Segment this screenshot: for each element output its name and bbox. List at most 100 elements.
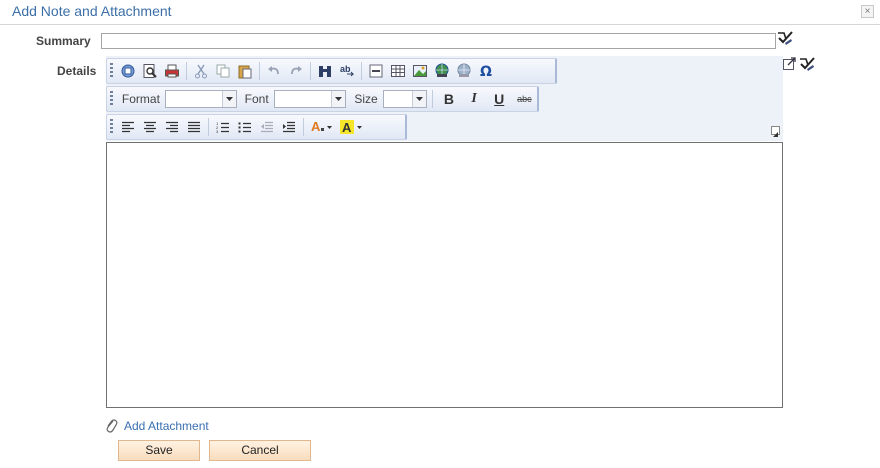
- omega-icon: Ω: [480, 64, 492, 79]
- numbered-list-button[interactable]: 123: [212, 116, 234, 138]
- expand-editor-icon[interactable]: [783, 57, 797, 70]
- text-color-button[interactable]: A: [307, 116, 337, 138]
- summary-label: Summary: [36, 34, 91, 48]
- table-icon: [391, 65, 405, 77]
- special-character-button[interactable]: Ω: [475, 60, 497, 82]
- format-select[interactable]: [164, 90, 237, 108]
- bold-button[interactable]: B: [436, 88, 461, 110]
- svg-text:3: 3: [216, 129, 219, 133]
- size-label: Size: [354, 92, 378, 106]
- increase-indent-button[interactable]: [278, 116, 300, 138]
- summary-input[interactable]: [101, 33, 776, 49]
- cut-button[interactable]: [190, 60, 212, 82]
- toolbar-grip[interactable]: [110, 91, 113, 107]
- cancel-button[interactable]: Cancel: [209, 440, 311, 461]
- globe-unlink-icon: [457, 63, 471, 77]
- svg-text:A: A: [342, 120, 352, 135]
- format-label: Format: [121, 92, 160, 106]
- undo-icon: [268, 66, 279, 75]
- text-color-icon: A: [311, 119, 332, 134]
- decrease-indent-button[interactable]: [256, 116, 278, 138]
- image-button[interactable]: [409, 60, 431, 82]
- align-center-icon: [144, 121, 156, 133]
- add-attachment-link[interactable]: Add Attachment: [104, 418, 209, 434]
- toolbar-separator: [310, 62, 311, 80]
- replace-icon: ab: [340, 64, 355, 77]
- align-center-button[interactable]: [139, 116, 161, 138]
- print-button[interactable]: [161, 60, 183, 82]
- table-button[interactable]: [387, 60, 409, 82]
- link-button[interactable]: [431, 60, 453, 82]
- toolbar-separator: [361, 62, 362, 80]
- redo-button[interactable]: [285, 60, 307, 82]
- copy-button[interactable]: [212, 60, 234, 82]
- numbered-list-icon: 123: [216, 121, 229, 133]
- save-button[interactable]: Save: [118, 440, 200, 461]
- bulleted-list-icon: [238, 122, 251, 133]
- add-attachment-label: Add Attachment: [124, 419, 209, 433]
- justify-icon: [188, 121, 200, 133]
- highlight-color-icon: A: [340, 120, 362, 135]
- binoculars-icon: [319, 66, 331, 77]
- underline-button[interactable]: U: [487, 88, 512, 110]
- svg-text:ab: ab: [340, 64, 351, 74]
- chevron-down-icon: [412, 91, 427, 107]
- close-button[interactable]: ×: [861, 5, 874, 18]
- font-select[interactable]: [273, 90, 347, 108]
- redo-icon: [291, 66, 302, 75]
- strikethrough-glyph: abc: [517, 94, 532, 104]
- copy-icon: [216, 64, 230, 78]
- toolbar-separator: [186, 62, 187, 80]
- unlink-button[interactable]: [453, 60, 475, 82]
- chevron-down-icon: [221, 91, 236, 107]
- collapse-toolbar-icon: [773, 132, 778, 137]
- details-spell-check-icon[interactable]: [798, 56, 816, 72]
- align-right-button[interactable]: [161, 116, 183, 138]
- horizontal-rule-button[interactable]: [365, 60, 387, 82]
- find-button[interactable]: [314, 60, 336, 82]
- justify-button[interactable]: [183, 116, 205, 138]
- print-icon: [165, 64, 179, 78]
- preview-icon: [143, 64, 157, 78]
- dialog-titlebar: Add Note and Attachment ×: [0, 0, 880, 25]
- bulleted-list-button[interactable]: [234, 116, 256, 138]
- undo-button[interactable]: [263, 60, 285, 82]
- underline-glyph: U: [494, 91, 505, 107]
- italic-glyph: I: [471, 91, 477, 106]
- paste-button[interactable]: [234, 60, 256, 82]
- size-select[interactable]: [382, 90, 428, 108]
- toolbar-separator: [303, 118, 304, 136]
- toolbar-grip[interactable]: [110, 63, 113, 79]
- align-right-icon: [166, 121, 178, 133]
- chevron-down-icon: [331, 91, 346, 107]
- toolbar-separator: [259, 62, 260, 80]
- background-color-button[interactable]: A: [337, 116, 367, 138]
- align-left-icon: [122, 121, 134, 133]
- source-icon: [121, 64, 135, 78]
- details-editor[interactable]: [106, 142, 783, 408]
- replace-button[interactable]: ab: [336, 60, 358, 82]
- cut-icon: [195, 64, 207, 79]
- bold-glyph: B: [443, 91, 454, 107]
- format-value: [166, 91, 222, 107]
- toolbar-row-3: 123 A A: [106, 114, 407, 140]
- align-left-button[interactable]: [117, 116, 139, 138]
- toolbar-row-1: ab Ω: [106, 58, 557, 84]
- spell-check-icon[interactable]: [776, 30, 794, 46]
- italic-button[interactable]: I: [461, 88, 486, 110]
- size-value: [384, 91, 413, 107]
- preview-button[interactable]: [139, 60, 161, 82]
- source-button[interactable]: [117, 60, 139, 82]
- image-icon: [413, 65, 427, 77]
- paste-icon: [238, 65, 252, 79]
- toolbar-grip[interactable]: [110, 119, 113, 135]
- strikethrough-button[interactable]: abc: [512, 88, 537, 110]
- toolbar-collapse-button[interactable]: [771, 126, 780, 137]
- paperclip-icon: [106, 419, 118, 433]
- outdent-icon: [261, 121, 273, 133]
- horizontal-rule-icon: [369, 64, 383, 78]
- svg-text:A: A: [311, 119, 321, 134]
- globe-link-icon: [435, 63, 449, 77]
- font-value: [275, 91, 332, 107]
- font-label: Font: [244, 92, 269, 106]
